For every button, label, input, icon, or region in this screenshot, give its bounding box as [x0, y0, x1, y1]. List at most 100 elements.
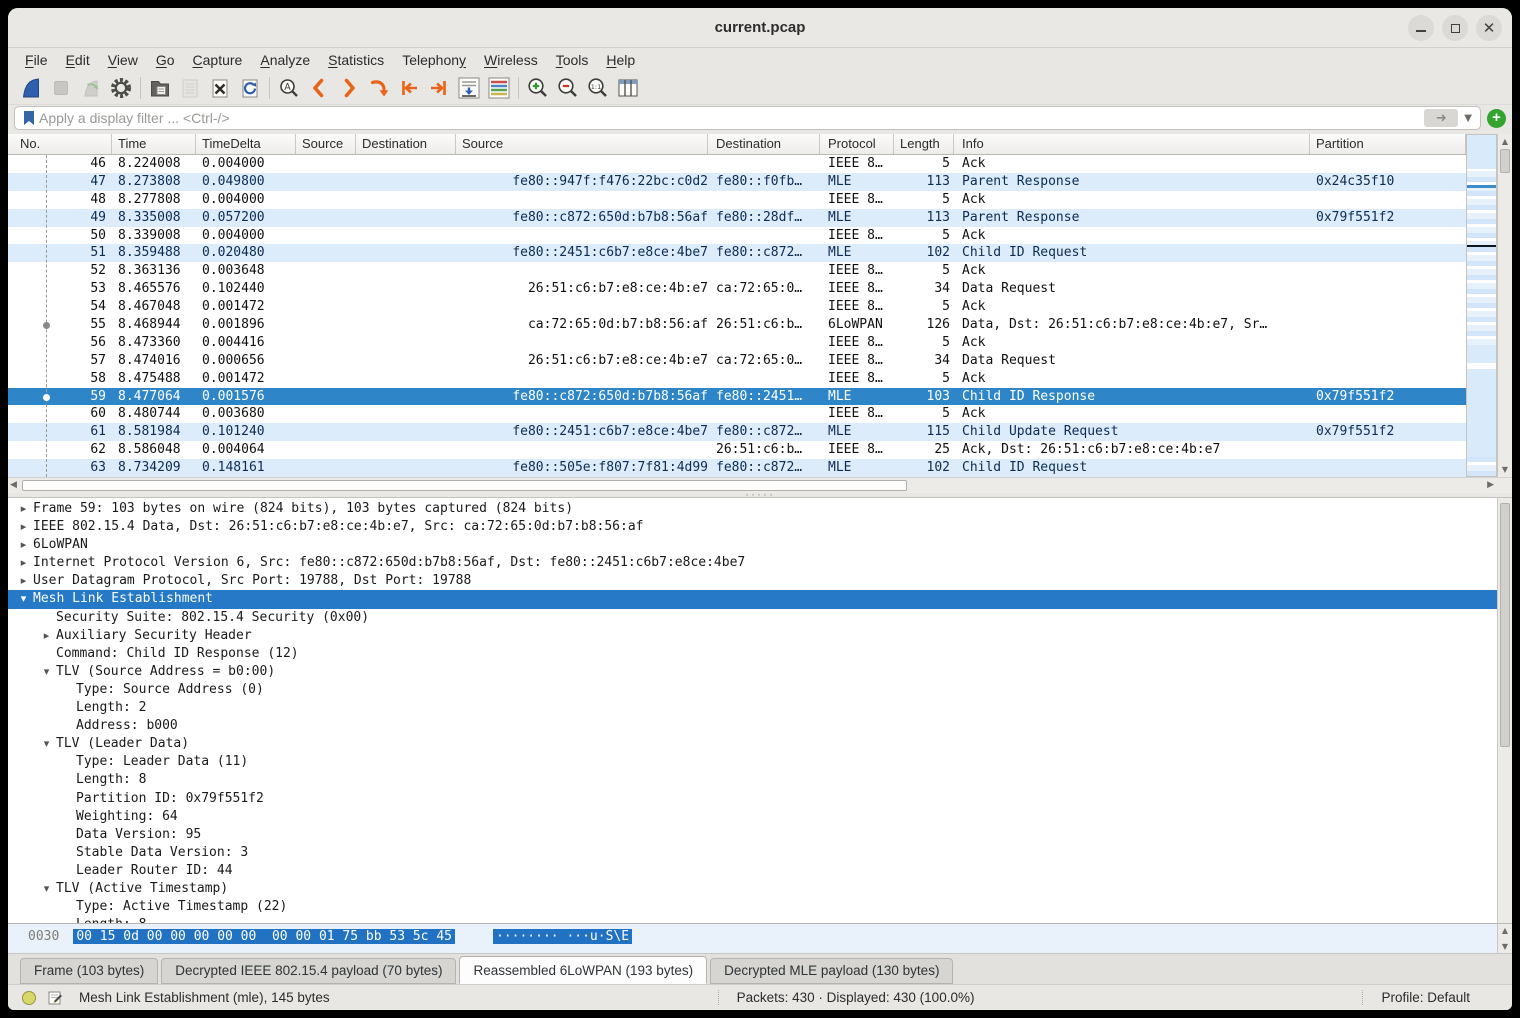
menu-item[interactable]: File — [16, 50, 57, 70]
expander-arrow-icon[interactable] — [37, 609, 56, 627]
expert-info-icon[interactable] — [22, 991, 36, 1005]
capture-comment-icon[interactable] — [48, 990, 63, 1005]
detail-line[interactable]: Partition ID: 0x79f551f2 — [8, 790, 1512, 808]
expander-arrow-icon[interactable] — [57, 862, 76, 880]
capture-options-icon[interactable] — [106, 74, 136, 102]
byte-view-tab[interactable]: Frame (103 bytes) — [20, 958, 158, 984]
scroll-right-icon[interactable]: ▶ — [1487, 480, 1494, 490]
expander-arrow-icon[interactable]: ▸ — [14, 554, 33, 572]
expander-arrow-icon[interactable] — [57, 790, 76, 808]
add-filter-button[interactable]: + — [1487, 109, 1506, 128]
intelligent-scrollbar-minimap[interactable] — [1466, 134, 1497, 477]
column-header[interactable]: Length — [894, 134, 954, 154]
detail-line[interactable]: ▸ Internet Protocol Version 6, Src: fe80… — [8, 554, 1512, 572]
packet-row[interactable]: 63 8.734209 0.148161 fe80::505e:f807:7f8… — [8, 459, 1466, 477]
column-header[interactable]: Info — [954, 134, 1310, 154]
column-header[interactable]: TimeDelta — [196, 134, 296, 154]
detail-line[interactable]: ▸ Auxiliary Security Header — [8, 627, 1512, 645]
detail-line[interactable]: Type: Active Timestamp (22) — [8, 898, 1512, 916]
find-packet-icon[interactable]: A — [274, 74, 304, 102]
detail-line[interactable]: Command: Child ID Response (12) — [8, 645, 1512, 663]
apply-filter-button[interactable]: ➜ — [1424, 109, 1458, 127]
packet-row[interactable]: 58 8.475488 0.001472 IEEE 8… 5 Ack — [8, 370, 1466, 388]
packet-list-vscrollbar[interactable]: ▲ ▼ — [1497, 134, 1512, 477]
menu-item[interactable]: Capture — [184, 50, 252, 70]
column-header[interactable]: Destination — [356, 134, 456, 154]
menu-item[interactable]: Analyze — [251, 50, 319, 70]
packet-row[interactable]: 48 8.277808 0.004000 IEEE 8… 5 Ack — [8, 191, 1466, 209]
zoom-out-icon[interactable] — [553, 74, 583, 102]
detail-line[interactable]: Leader Router ID: 44 — [8, 862, 1512, 880]
column-header[interactable]: Source — [296, 134, 356, 154]
detail-line[interactable]: Length: 2 — [8, 699, 1512, 717]
auto-scroll-icon[interactable] — [454, 74, 484, 102]
packet-row[interactable]: 62 8.586048 0.004064 26:51:c6:b… IEEE 8…… — [8, 441, 1466, 459]
close-file-icon[interactable] — [205, 74, 235, 102]
detail-line[interactable]: Weighting: 64 — [8, 808, 1512, 826]
go-first-packet-icon[interactable] — [394, 74, 424, 102]
menu-item[interactable]: View — [99, 50, 147, 70]
menu-item[interactable]: Telephony — [393, 50, 475, 70]
maximize-button[interactable] — [1442, 15, 1468, 41]
packet-row[interactable]: 57 8.474016 0.000656 26:51:c6:b7:e8:ce:4… — [8, 352, 1466, 370]
go-back-icon[interactable] — [304, 74, 334, 102]
menu-item[interactable]: Go — [147, 50, 184, 70]
expander-arrow-icon[interactable]: ▸ — [37, 627, 56, 645]
expander-arrow-icon[interactable]: ▾ — [37, 735, 56, 753]
stop-capture-icon[interactable] — [46, 74, 76, 102]
detail-line[interactable]: ▸ Frame 59: 103 bytes on wire (824 bits)… — [8, 500, 1512, 518]
detail-line[interactable]: ▾ TLV (Active Timestamp) — [8, 880, 1512, 898]
packet-bytes-pane[interactable]: 0030 00 15 0d 00 00 00 00 00 00 00 01 75… — [8, 923, 1512, 953]
column-header[interactable]: No. — [8, 134, 112, 154]
expander-arrow-icon[interactable]: ▾ — [14, 590, 33, 608]
packet-row[interactable]: 49 8.335008 0.057200 fe80::c872:650d:b7b… — [8, 209, 1466, 227]
column-header[interactable]: Protocol — [820, 134, 894, 154]
details-scroll-thumb[interactable] — [1500, 503, 1510, 747]
close-button[interactable]: ✕ — [1476, 15, 1502, 41]
expander-arrow-icon[interactable] — [37, 645, 56, 663]
detail-line[interactable]: ▸ User Datagram Protocol, Src Port: 1978… — [8, 572, 1512, 590]
scroll-left-icon[interactable]: ◀ — [10, 480, 17, 490]
expander-arrow-icon[interactable]: ▾ — [37, 880, 56, 898]
status-profile[interactable]: Profile: Default — [1362, 990, 1498, 1005]
detail-line[interactable]: ▾ Mesh Link Establishment — [8, 590, 1512, 608]
detail-line[interactable]: Length: 8 — [8, 916, 1512, 923]
detail-line[interactable]: Type: Leader Data (11) — [8, 753, 1512, 771]
packet-row[interactable]: 54 8.467048 0.001472 IEEE 8… 5 Ack — [8, 298, 1466, 316]
expander-arrow-icon[interactable] — [57, 826, 76, 844]
zoom-in-icon[interactable] — [523, 74, 553, 102]
column-header[interactable]: Destination — [708, 134, 820, 154]
detail-line[interactable]: Length: 8 — [8, 771, 1512, 789]
detail-line[interactable]: Stable Data Version: 3 — [8, 844, 1512, 862]
column-header[interactable]: Source — [456, 134, 708, 154]
expander-arrow-icon[interactable]: ▾ — [37, 663, 56, 681]
minimize-button[interactable] — [1408, 15, 1434, 41]
detail-line[interactable]: ▸ IEEE 802.15.4 Data, Dst: 26:51:c6:b7:e… — [8, 518, 1512, 536]
expander-arrow-icon[interactable] — [57, 916, 76, 923]
detail-line[interactable]: ▾ TLV (Source Address = b0:00) — [8, 663, 1512, 681]
detail-line[interactable]: ▸ 6LoWPAN — [8, 536, 1512, 554]
packet-row[interactable]: 52 8.363136 0.003648 IEEE 8… 5 Ack — [8, 262, 1466, 280]
hex-vscrollbar[interactable]: ▲ ▼ — [1497, 924, 1512, 953]
scroll-up-icon[interactable]: ▲ — [1498, 926, 1512, 935]
detail-line[interactable]: ▾ TLV (Leader Data) — [8, 735, 1512, 753]
hscroll-thumb[interactable] — [22, 480, 907, 491]
packet-row[interactable]: 59 8.477064 0.001576 fe80::c872:650d:b7b… — [8, 388, 1466, 406]
byte-view-tab[interactable]: Decrypted MLE payload (130 bytes) — [710, 958, 953, 984]
start-capture-icon[interactable] — [16, 74, 46, 102]
packet-row[interactable]: 51 8.359488 0.020480 fe80::2451:c6b7:e8c… — [8, 244, 1466, 262]
resize-columns-icon[interactable] — [613, 74, 643, 102]
menu-item[interactable]: Help — [597, 50, 644, 70]
zoom-original-icon[interactable]: 1:1 — [583, 74, 613, 102]
restart-capture-icon[interactable] — [76, 74, 106, 102]
detail-line[interactable]: Address: b000 — [8, 717, 1512, 735]
detail-line[interactable]: Data Version: 95 — [8, 826, 1512, 844]
expander-arrow-icon[interactable]: ▸ — [14, 536, 33, 554]
packet-row[interactable]: 61 8.581984 0.101240 fe80::2451:c6b7:e8c… — [8, 423, 1466, 441]
packet-row[interactable]: 50 8.339008 0.004000 IEEE 8… 5 Ack — [8, 227, 1466, 245]
expander-arrow-icon[interactable] — [57, 699, 76, 717]
packet-row[interactable]: 46 8.224008 0.004000 IEEE 8… 5 Ack — [8, 155, 1466, 173]
scroll-up-icon[interactable]: ▲ — [1498, 137, 1512, 146]
display-filter-input[interactable] — [37, 109, 1424, 127]
byte-view-tab[interactable]: Decrypted IEEE 802.15.4 payload (70 byte… — [161, 958, 456, 984]
